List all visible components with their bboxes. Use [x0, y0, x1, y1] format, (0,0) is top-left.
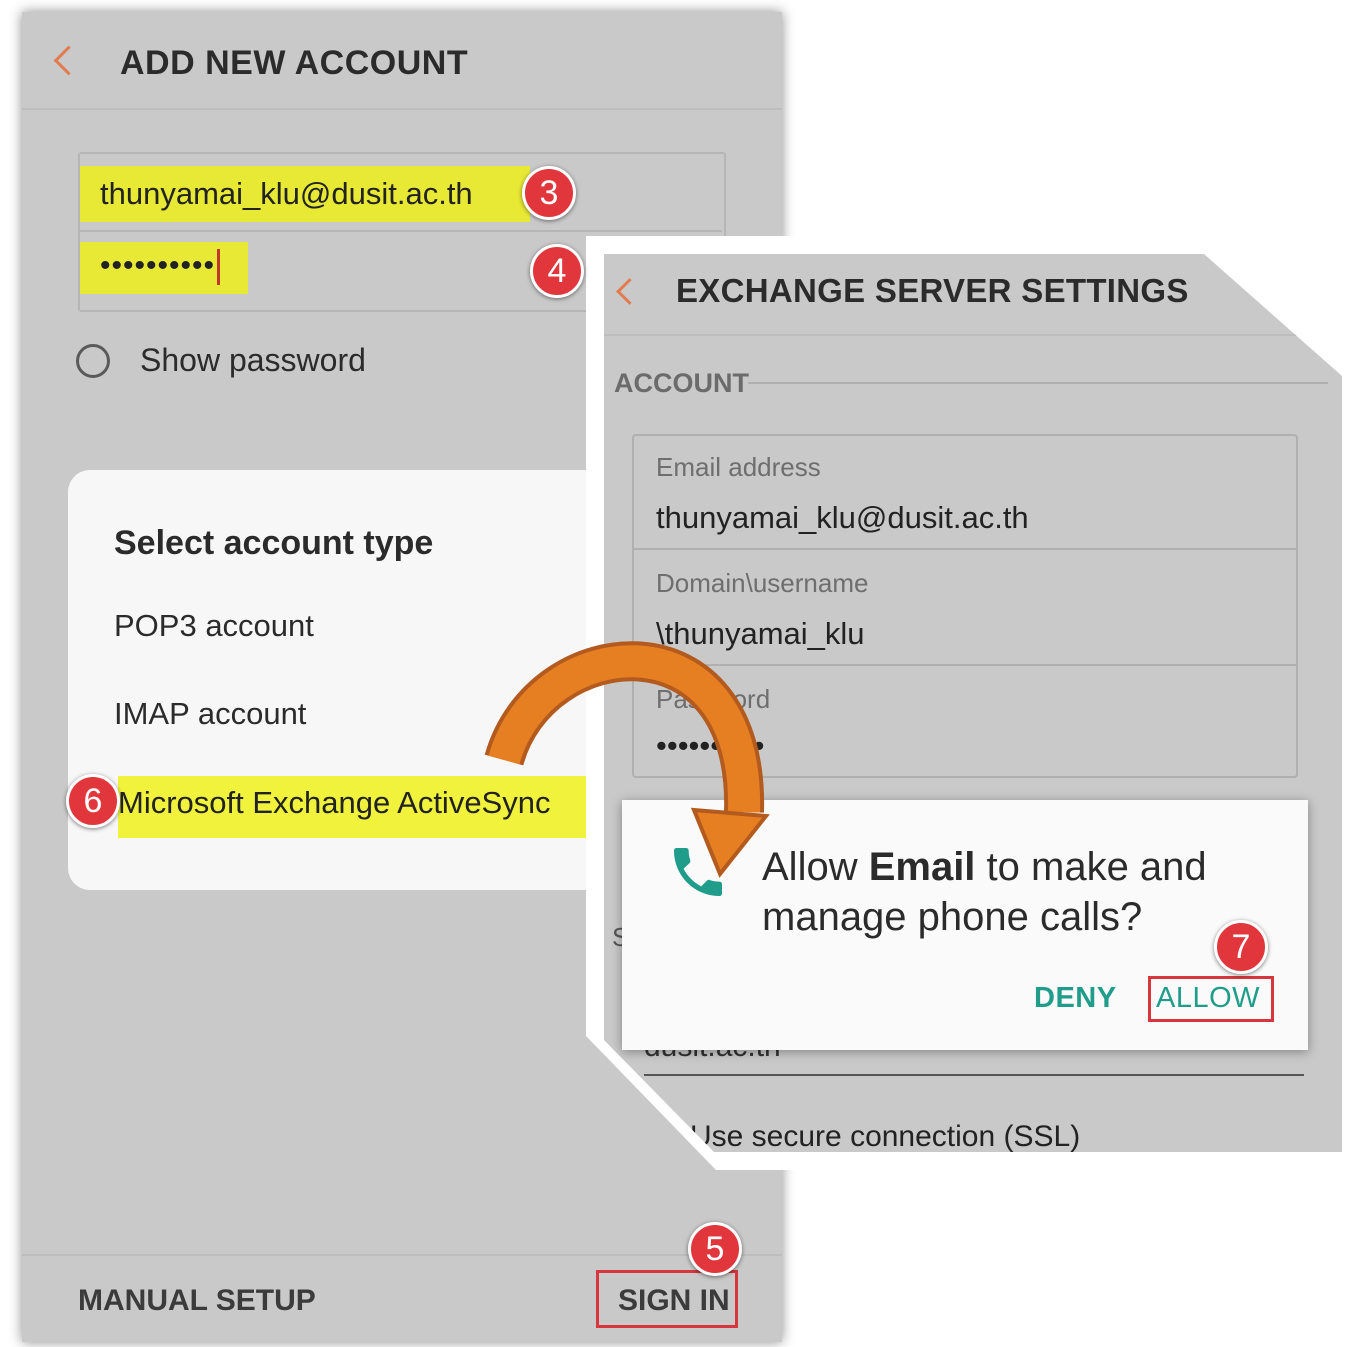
- option-exchange-activesync[interactable]: Microsoft Exchange ActiveSync: [118, 785, 550, 821]
- step-badge-6: 6: [66, 774, 120, 828]
- sign-in-button[interactable]: SIGN IN: [618, 1284, 730, 1318]
- password-label: Password: [656, 684, 771, 714]
- permission-dialog: Allow Email to make and manage phone cal…: [622, 800, 1308, 1050]
- account-fields: [632, 434, 1298, 778]
- field-divider: [632, 548, 1298, 550]
- deny-button[interactable]: DENY: [1034, 982, 1117, 1015]
- email-field[interactable]: thunyamai_klu@dusit.ac.th: [80, 166, 530, 222]
- page-title: ADD NEW ACCOUNT: [120, 44, 469, 82]
- email-address-field[interactable]: thunyamai_klu@dusit.ac.th: [656, 500, 1029, 536]
- credentials-divider: [78, 230, 722, 232]
- section-divider: [748, 382, 1328, 384]
- manual-setup-button[interactable]: MANUAL SETUP: [78, 1284, 316, 1318]
- step-badge-3: 3: [522, 166, 576, 220]
- back-chevron-icon[interactable]: [53, 45, 84, 76]
- dialog-title: Select account type: [114, 524, 434, 562]
- app-bar-divider: [604, 334, 1342, 336]
- allow-button[interactable]: ALLOW: [1156, 982, 1260, 1015]
- section-label: ACCOUNT: [614, 368, 749, 398]
- show-password-radio[interactable]: [76, 344, 110, 378]
- password-dots: ••••••••••: [100, 249, 216, 282]
- page-title: EXCHANGE SERVER SETTINGS: [676, 272, 1189, 309]
- domain-username-field[interactable]: \thunyamai_klu: [656, 616, 865, 652]
- footer-divider: [22, 1254, 782, 1256]
- step-badge-5: 5: [688, 1222, 742, 1276]
- field-divider: [632, 664, 1298, 666]
- message-prefix: Allow: [762, 845, 869, 889]
- domain-username-label: Domain\username: [656, 568, 869, 598]
- password-field[interactable]: ••••••••••: [656, 728, 765, 764]
- option-pop3[interactable]: POP3 account: [114, 608, 314, 644]
- message-app-name: Email: [868, 845, 976, 889]
- dialog-message: Allow Email to make and manage phone cal…: [762, 842, 1282, 942]
- field-underline: [644, 1074, 1304, 1076]
- option-imap[interactable]: IMAP account: [114, 696, 306, 732]
- email-address-label: Email address: [656, 452, 821, 482]
- show-password-label[interactable]: Show password: [140, 342, 366, 379]
- password-field[interactable]: ••••••••••: [80, 242, 248, 294]
- back-chevron-icon[interactable]: [616, 278, 643, 305]
- ssl-option[interactable]: Use secure connection (SSL): [690, 1120, 1080, 1152]
- app-bar: ADD NEW ACCOUNT: [22, 12, 782, 110]
- phone-icon: [674, 848, 722, 896]
- step-badge-7: 7: [1214, 920, 1268, 974]
- text-caret: [217, 249, 221, 286]
- step-badge-4: 4: [530, 244, 584, 298]
